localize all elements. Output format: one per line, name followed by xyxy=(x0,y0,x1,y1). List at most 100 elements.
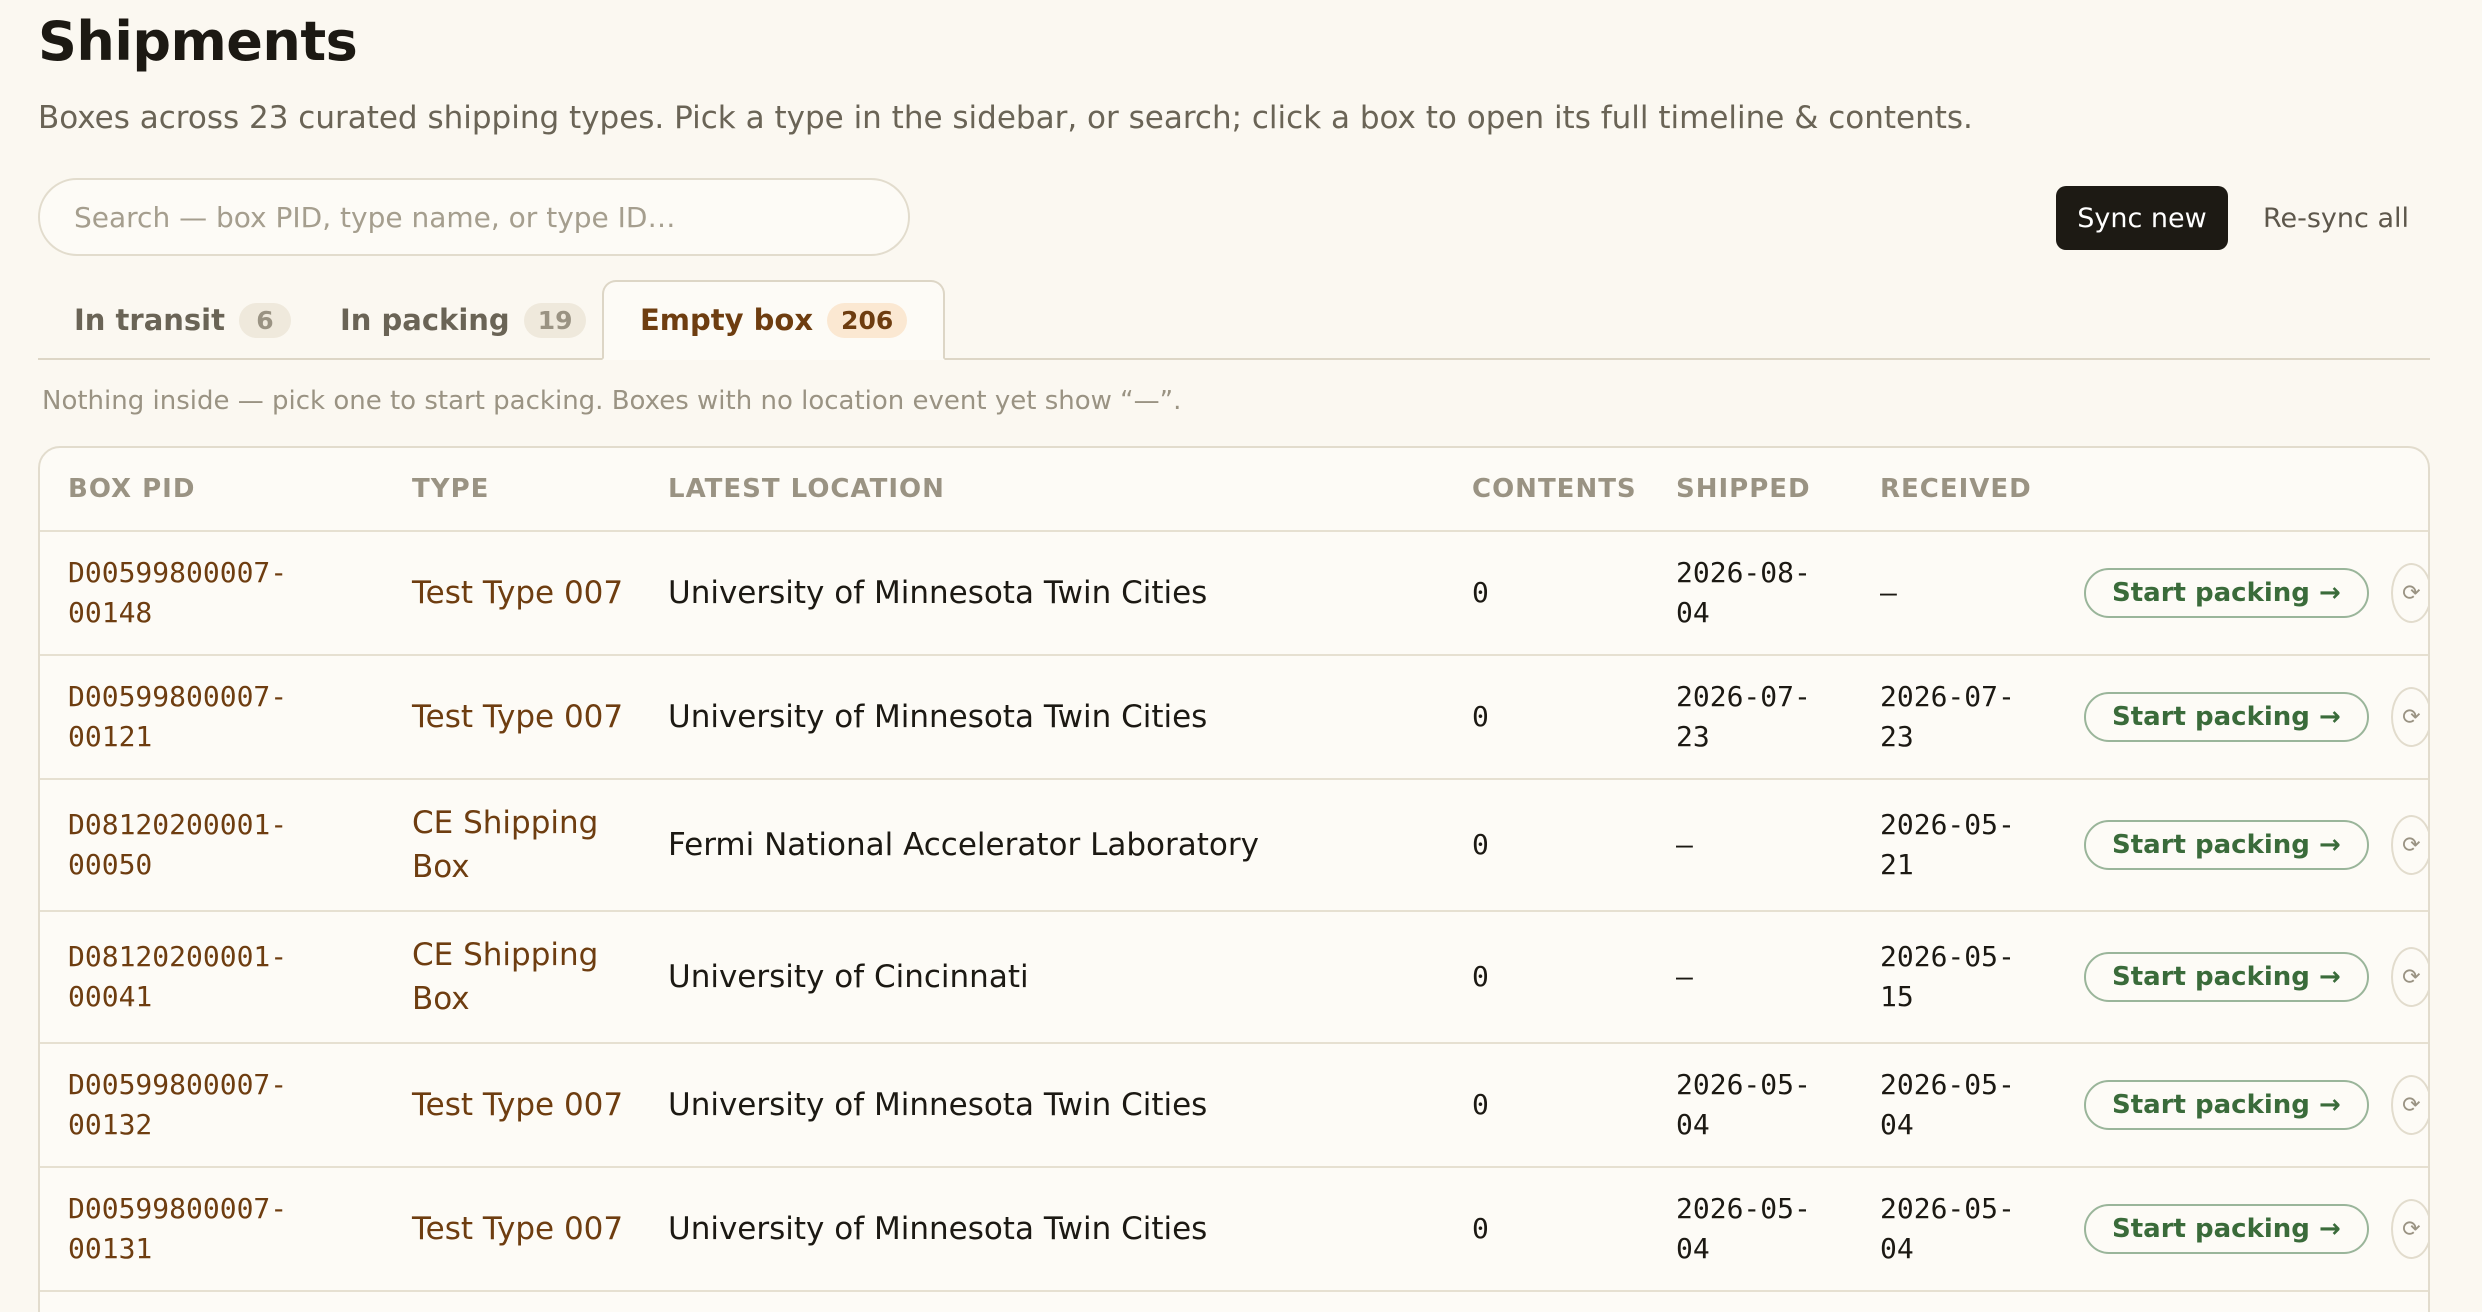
received-date-part: — xyxy=(1880,576,1897,609)
resync-row-button[interactable]: ⟳ xyxy=(2390,1075,2428,1135)
column-header-box-pid[interactable]: BOX PID xyxy=(40,448,412,532)
column-header-actions xyxy=(2084,448,2428,532)
tab-count-badge: 6 xyxy=(238,302,291,338)
actions-cell: Start packing → ⟳ xyxy=(2084,1043,2428,1168)
shipped-date-part: 2026-05- xyxy=(1676,1192,1811,1225)
start-packing-button[interactable]: Start packing → xyxy=(2084,820,2369,870)
start-packing-button[interactable]: Start packing → xyxy=(2084,1204,2369,1254)
table-row[interactable]: D08120200001- 00050 CE Shipping Box Fermi… xyxy=(40,779,2428,912)
contents-cell: 0 xyxy=(1472,655,1676,780)
box-pid-cell[interactable]: D00599800007- 00131 xyxy=(40,1167,412,1292)
received-date-part: 2026-05- xyxy=(1880,1192,2015,1225)
resync-row-button[interactable]: ⟳ xyxy=(2390,687,2428,747)
received-date-part: 2026-05- xyxy=(1880,808,2015,841)
start-packing-button[interactable]: Start packing → xyxy=(2084,692,2369,742)
received-cell: 2026-05- 04 xyxy=(1880,1043,2084,1168)
table-row[interactable]: D00599800007- 00121 Test Type 007 Univers… xyxy=(40,655,2428,780)
refresh-icon: ⟳ xyxy=(2402,580,2421,606)
location-cell: University of Minnesota Twin Cities xyxy=(668,531,1472,656)
shipped-cell: 2026-05- 04 xyxy=(1676,1043,1880,1168)
shipments-page: Shipments Boxes across 23 curated shippi… xyxy=(0,0,2482,1312)
resync-row-button[interactable]: ⟳ xyxy=(2390,947,2428,1007)
box-pid-cell[interactable]: D00599800007- 00132 xyxy=(40,1043,412,1168)
received-date-part: 04 xyxy=(1880,1108,1914,1141)
tab-label: In packing xyxy=(340,303,510,337)
tab-label: In transit xyxy=(74,303,225,337)
box-pid-part: D00599800007- xyxy=(68,1068,288,1101)
resync-all-button[interactable]: Re-sync all xyxy=(2250,186,2422,250)
tab-count-badge: 206 xyxy=(827,302,908,338)
box-pid-part: D08120200001- xyxy=(68,940,288,973)
box-pid-part: 00050 xyxy=(68,848,153,881)
table-row[interactable]: D00599800007- 00131 Test Type 007 Univers… xyxy=(40,1167,2428,1292)
resync-row-button[interactable]: ⟳ xyxy=(2390,815,2428,875)
box-pid-part: 00148 xyxy=(68,596,153,629)
shipped-date-part: 04 xyxy=(1676,1108,1710,1141)
table-row[interactable]: D08120200001- 00041 CE Shipping Box Unive… xyxy=(40,911,2428,1044)
empty-box-hint: Nothing inside — pick one to start packi… xyxy=(42,386,1182,416)
box-pid-cell[interactable]: D00599800007- 00148 xyxy=(40,531,412,656)
start-packing-button[interactable]: Start packing → xyxy=(2084,568,2369,618)
column-header-type[interactable]: TYPE xyxy=(412,448,668,532)
received-date-part: 2026-05- xyxy=(1880,940,2015,973)
box-pid-part: 00121 xyxy=(68,720,153,753)
box-pid-part: D08120200001- xyxy=(68,808,288,841)
received-cell: 2026-05- 04 xyxy=(1880,1167,2084,1292)
type-cell[interactable]: Test Type 007 xyxy=(412,1043,668,1168)
tab-in-transit[interactable]: In transit 6 xyxy=(38,280,327,360)
received-date-part: 23 xyxy=(1880,720,1914,753)
type-cell[interactable]: CE Shipping Box xyxy=(412,911,668,1044)
location-cell: University of Minnesota Twin Cities xyxy=(668,1043,1472,1168)
shipped-date-part: — xyxy=(1676,960,1693,993)
shipped-date-part: — xyxy=(1676,828,1693,861)
actions-cell: Start packing → ⟳ xyxy=(2084,531,2428,656)
column-header-latest-location[interactable]: LATEST LOCATION xyxy=(668,448,1472,532)
type-cell[interactable]: Test Type 007 xyxy=(412,531,668,656)
received-cell: — xyxy=(1880,531,2084,656)
search-input[interactable] xyxy=(38,178,910,256)
shipped-cell: 2026-07- 23 xyxy=(1676,655,1880,780)
resync-row-button[interactable]: ⟳ xyxy=(2390,1199,2428,1259)
contents-cell: 0 xyxy=(1472,1043,1676,1168)
received-date-part: 15 xyxy=(1880,980,1914,1013)
table-row[interactable]: D00599800007- 00132 Test Type 007 Univers… xyxy=(40,1043,2428,1168)
table-row[interactable]: D00599800007- 00148 Test Type 007 Univers… xyxy=(40,531,2428,656)
received-cell: 2026-05- 21 xyxy=(1880,779,2084,912)
contents-cell: 0 xyxy=(1472,911,1676,1044)
type-cell[interactable]: Test Type 007 xyxy=(412,655,668,780)
received-cell: 2026-07- 23 xyxy=(1880,655,2084,780)
tab-in-packing[interactable]: In packing 19 xyxy=(304,280,622,360)
received-date-part: 04 xyxy=(1880,1232,1914,1265)
sync-new-button[interactable]: Sync new xyxy=(2056,186,2228,250)
actions-cell: Start packing → ⟳ xyxy=(2084,911,2428,1044)
boxes-table: BOX PID TYPE LATEST LOCATION CONTENTS SH… xyxy=(40,448,2428,1292)
column-header-received[interactable]: RECEIVED xyxy=(1880,448,2084,532)
box-pid-cell[interactable]: D08120200001- 00041 xyxy=(40,911,412,1044)
box-pid-cell[interactable]: D08120200001- 00050 xyxy=(40,779,412,912)
resync-row-button[interactable]: ⟳ xyxy=(2390,563,2428,623)
shipped-cell: — xyxy=(1676,779,1880,912)
column-header-shipped[interactable]: SHIPPED xyxy=(1676,448,1880,532)
box-pid-part: 00132 xyxy=(68,1108,153,1141)
box-pid-part: D00599800007- xyxy=(68,680,288,713)
start-packing-button[interactable]: Start packing → xyxy=(2084,1080,2369,1130)
contents-cell: 0 xyxy=(1472,1167,1676,1292)
actions-cell: Start packing → ⟳ xyxy=(2084,655,2428,780)
tab-empty-box[interactable]: Empty box 206 xyxy=(602,280,946,360)
type-cell[interactable]: Test Type 007 xyxy=(412,1167,668,1292)
location-cell: University of Cincinnati xyxy=(668,911,1472,1044)
refresh-icon: ⟳ xyxy=(2402,704,2421,730)
type-cell[interactable]: CE Shipping Box xyxy=(412,779,668,912)
box-pid-part: 00041 xyxy=(68,980,153,1013)
start-packing-button[interactable]: Start packing → xyxy=(2084,952,2369,1002)
box-pid-part: D00599800007- xyxy=(68,1192,288,1225)
contents-cell: 0 xyxy=(1472,779,1676,912)
refresh-icon: ⟳ xyxy=(2402,964,2421,990)
shipped-date-part: 2026-08- xyxy=(1676,556,1811,589)
actions-cell: Start packing → ⟳ xyxy=(2084,1167,2428,1292)
refresh-icon: ⟳ xyxy=(2402,1216,2421,1242)
refresh-icon: ⟳ xyxy=(2402,832,2421,858)
box-pid-cell[interactable]: D00599800007- 00121 xyxy=(40,655,412,780)
column-header-contents[interactable]: CONTENTS xyxy=(1472,448,1676,532)
shipped-cell: 2026-05- 04 xyxy=(1676,1167,1880,1292)
